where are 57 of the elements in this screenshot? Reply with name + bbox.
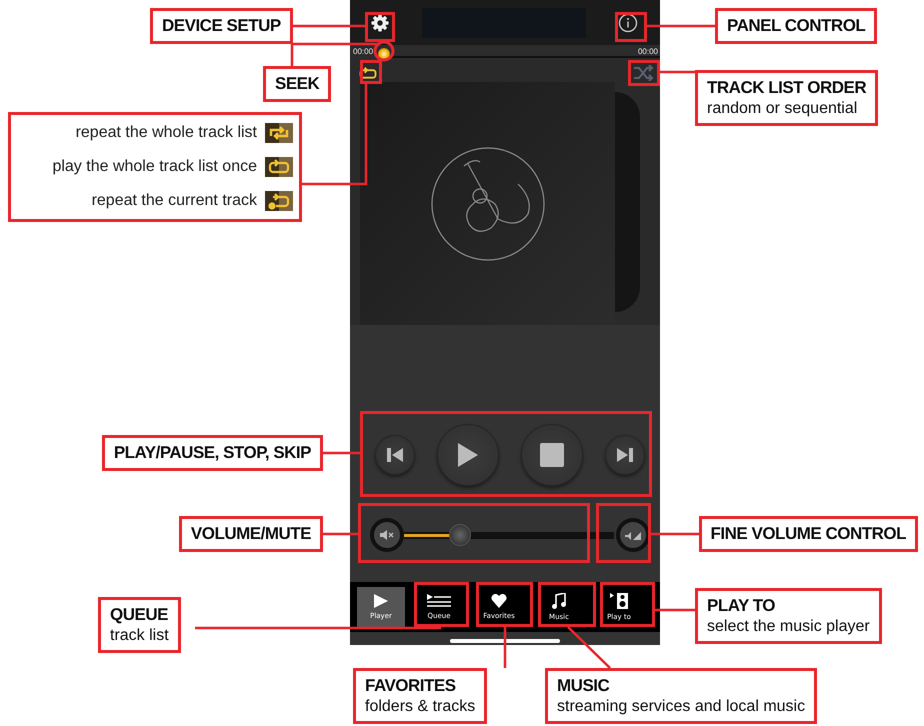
callout-note: select the music player [707,617,870,637]
callout-title: PANEL CONTROL [727,15,866,37]
next-icon [616,447,634,463]
seek-track[interactable] [378,48,660,60]
callout-title: VOLUME/MUTE [190,523,311,545]
highlight-frame [360,60,382,84]
callout-title: FAVORITES [365,675,457,697]
highlight-frame [596,503,651,563]
repeat-icon [267,124,291,142]
settings-icon[interactable] [371,14,389,32]
music-note-icon [552,593,566,609]
repeat-icon [267,158,291,176]
play-icon [373,594,389,608]
callout-title: MUSIC [557,675,610,697]
volume-ramp-icon [624,530,642,540]
highlight-frame [476,582,533,627]
callout-title: PLAY/PAUSE, STOP, SKIP [114,442,311,464]
play-button[interactable] [437,424,499,486]
callout-note: folders & tracks [365,697,476,717]
callout-note: random or sequential [707,99,858,119]
repeat-icon [267,192,291,210]
callout-note: streaming services and local music [557,697,806,717]
callout-title: FINE VOLUME CONTROL [710,523,906,545]
highlight-frame [628,60,660,86]
leader-line [504,627,506,668]
speaker-icon [609,593,629,609]
highlight-frame [615,12,647,42]
next-button[interactable] [605,435,645,475]
highlight-frame [538,582,596,627]
highlight-frame [414,582,469,627]
play-icon [457,442,479,468]
legend-text: play the whole track list once [52,158,257,176]
callout-title: TRACK LIST ORDER [707,77,866,99]
callout-title: SEEK [275,73,320,95]
mute-button[interactable] [370,518,404,552]
volume-thumb[interactable] [449,524,472,546]
total-time: 00:00 [638,48,658,56]
highlight-frame [600,582,655,627]
repeat-icon [358,66,378,80]
stop-button[interactable] [521,424,583,486]
fine-volume-button[interactable] [616,518,650,552]
previous-icon [386,447,404,463]
callout-title: PLAY TO [707,595,776,617]
legend-text: repeat the whole track list [76,124,257,142]
heart-icon [491,594,507,608]
callout-title: DEVICE SETUP [162,15,281,37]
stop-icon [540,443,564,467]
queue-icon [426,594,452,608]
highlight-ring [374,40,394,62]
callout-title: QUEUE [110,604,169,626]
muted-speaker-icon [379,529,395,541]
highlight-frame [365,12,395,42]
previous-button[interactable] [375,435,415,475]
info-icon[interactable] [618,12,638,32]
elapsed-time: 00:00 [353,48,374,56]
callout-note: track list [110,626,169,646]
legend-text: repeat the current track [92,192,257,210]
